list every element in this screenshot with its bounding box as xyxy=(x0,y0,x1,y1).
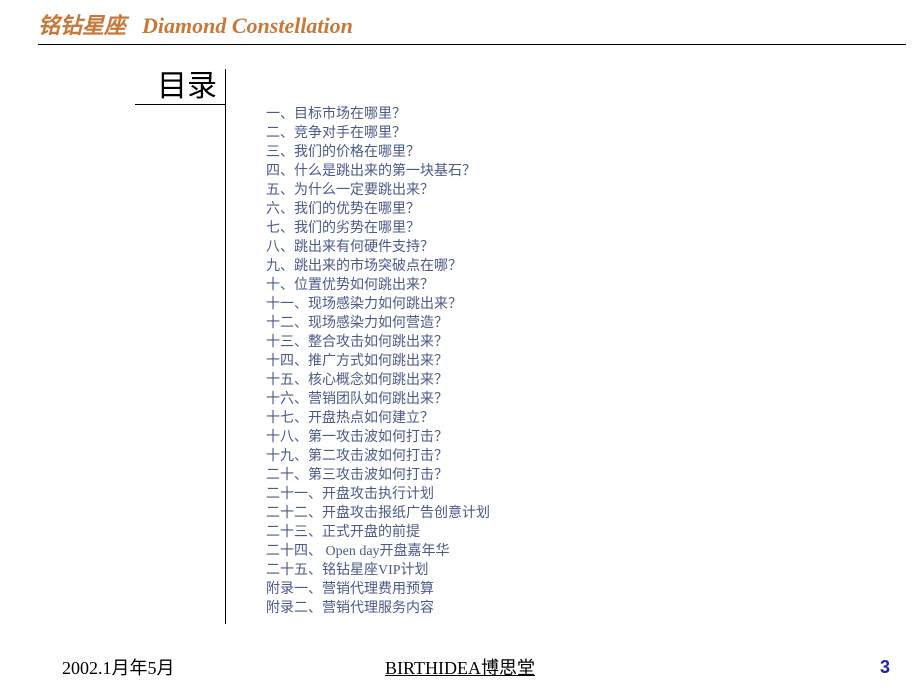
toc-item: 二十三、正式开盘的前提 xyxy=(266,523,920,542)
toc-item: 十三、整合攻击如何跳出来？ xyxy=(266,333,920,352)
footer: 2002.1月年5月 BIRTHIDEA博思堂 3 xyxy=(0,654,920,680)
toc-item: 十一、现场感染力如何跳出来？ xyxy=(266,295,920,314)
header-rule xyxy=(38,44,906,45)
toc-item: 附录二、营销代理服务内容 xyxy=(266,599,920,618)
toc-item: 十九、第二攻击波如何打击？ xyxy=(266,447,920,466)
toc-item: 二十一、开盘攻击执行计划 xyxy=(266,485,920,504)
toc-item: 十八、第一攻击波如何打击？ xyxy=(266,428,920,447)
toc-item: 十七、开盘热点如何建立？ xyxy=(266,409,920,428)
toc-title: 目录 xyxy=(135,69,217,105)
toc-list: 一、目标市场在哪里？二、竞争对手在哪里？三、我们的价格在哪里？四、什么是跳出来的… xyxy=(226,69,920,624)
toc-item: 十二、现场感染力如何营造？ xyxy=(266,314,920,333)
toc-item: 一、目标市场在哪里？ xyxy=(266,105,920,124)
toc-item: 五、为什么一定要跳出来？ xyxy=(266,181,920,200)
toc-item: 附录一、营销代理费用预算 xyxy=(266,580,920,599)
header-title-cn: 铭钻星座 xyxy=(38,13,126,38)
toc-item: 十四、推广方式如何跳出来？ xyxy=(266,352,920,371)
toc-item: 三、我们的价格在哪里？ xyxy=(266,143,920,162)
header-title-en: Diamond Constellation xyxy=(142,13,353,38)
toc-item: 九、跳出来的市场突破点在哪？ xyxy=(266,257,920,276)
toc-container: 目录 一、目标市场在哪里？二、竞争对手在哪里？三、我们的价格在哪里？四、什么是跳… xyxy=(135,69,920,624)
toc-item: 六、我们的优势在哪里？ xyxy=(266,200,920,219)
footer-date: 2002.1月年5月 xyxy=(62,654,175,680)
toc-left: 目录 xyxy=(135,69,225,105)
toc-item: 八、跳出来有何硬件支持？ xyxy=(266,238,920,257)
footer-page: 3 xyxy=(880,657,890,678)
toc-item: 十、位置优势如何跳出来？ xyxy=(266,276,920,295)
header: 铭钻星座 Diamond Constellation xyxy=(0,0,920,45)
toc-item: 四、什么是跳出来的第一块基石？ xyxy=(266,162,920,181)
toc-item: 二、竞争对手在哪里？ xyxy=(266,124,920,143)
toc-item: 二十、第三攻击波如何打击？ xyxy=(266,466,920,485)
toc-item: 十六、营销团队如何跳出来？ xyxy=(266,390,920,409)
toc-item: 二十二、开盘攻击报纸广告创意计划 xyxy=(266,504,920,523)
footer-center: BIRTHIDEA博思堂 xyxy=(385,654,535,680)
toc-item: 二十五、铭钻星座VIP计划 xyxy=(266,561,920,580)
toc-item: 十五、核心概念如何跳出来？ xyxy=(266,371,920,390)
toc-item: 七、我们的劣势在哪里？ xyxy=(266,219,920,238)
toc-item: 二十四、 Open day开盘嘉年华 xyxy=(266,542,920,561)
